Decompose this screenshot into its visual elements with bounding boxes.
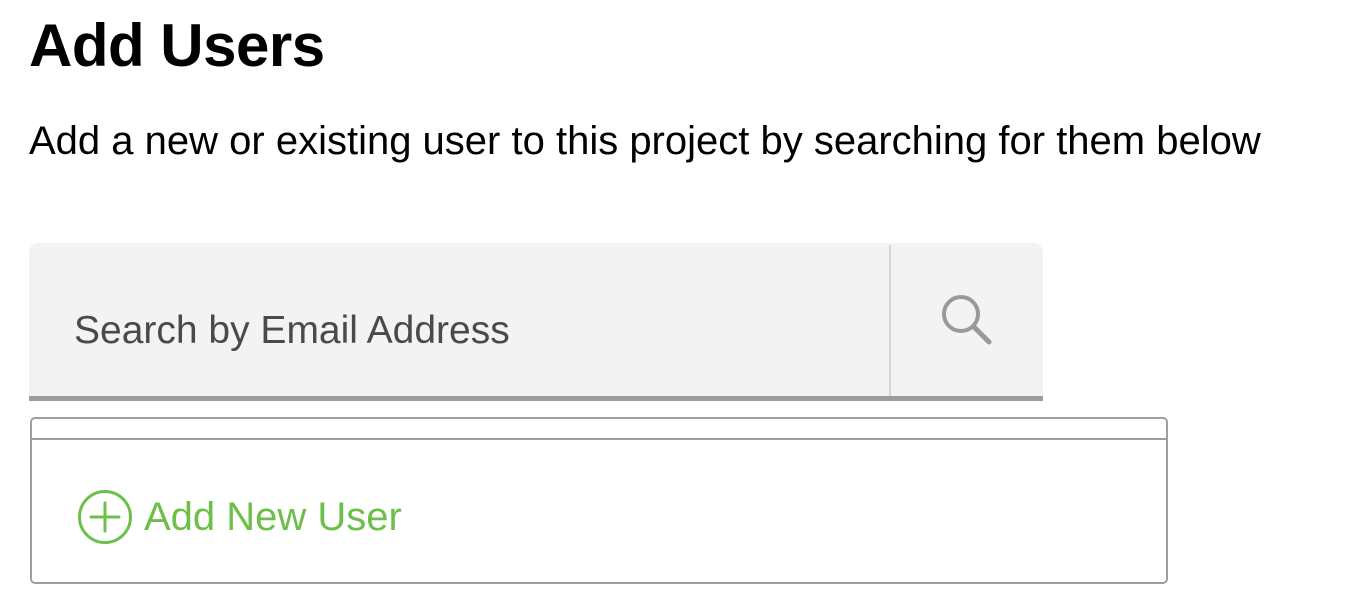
search-icon — [942, 294, 992, 344]
search-box — [29, 243, 1043, 401]
search-button[interactable] — [891, 243, 1043, 396]
add-users-page: Add Users Add a new or existing user to … — [0, 0, 1355, 606]
plus-circle-icon — [78, 490, 132, 544]
add-new-user-button[interactable]: Add New User — [77, 489, 402, 545]
search-input[interactable] — [29, 243, 889, 396]
dropdown-divider — [32, 419, 1166, 440]
page-subtitle: Add a new or existing user to this proje… — [29, 119, 1261, 163]
page-title: Add Users — [29, 12, 325, 79]
search-results-dropdown: Add New User — [30, 417, 1168, 584]
add-new-user-label: Add New User — [144, 495, 402, 539]
